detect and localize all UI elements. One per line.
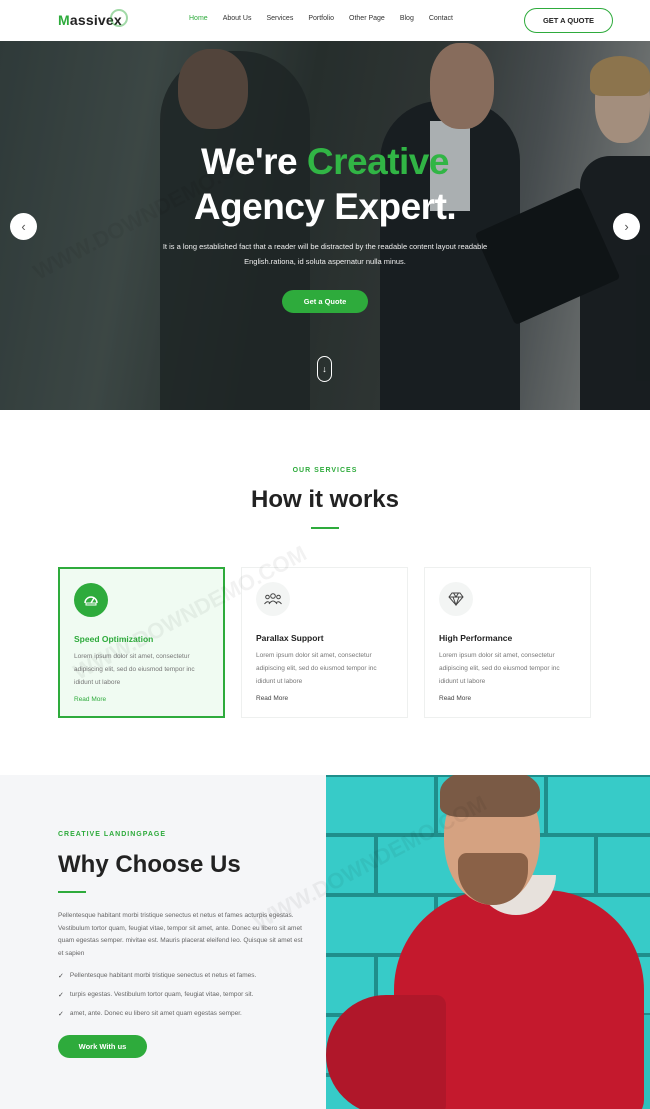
work-with-us-button[interactable]: Work With us bbox=[58, 1035, 147, 1058]
why-choose-us-section: CREATIVE LANDINGPAGE Why Choose Us Pelle… bbox=[0, 775, 326, 1109]
services-title: How it works bbox=[250, 486, 400, 513]
service-card-desc: Lorem ipsum dolor sit amet, consectetur … bbox=[439, 652, 560, 685]
wall-brick bbox=[326, 775, 436, 835]
read-more-link[interactable]: Read More bbox=[256, 695, 288, 702]
service-card-performance[interactable]: High Performance Lorem ipsum dolor sit a… bbox=[424, 567, 591, 718]
why-title: Why Choose Us bbox=[58, 851, 241, 878]
scroll-down-icon[interactable]: ↓ bbox=[317, 356, 332, 382]
service-card-parallax[interactable]: Parallax Support Lorem ipsum dolor sit a… bbox=[241, 567, 408, 718]
service-card-title: High Performance bbox=[439, 633, 513, 643]
nav-item-other-page[interactable]: Other Page bbox=[349, 15, 385, 22]
hero-slider: We're Creative Agency Expert. It is a lo… bbox=[0, 41, 650, 410]
why-title-underline bbox=[58, 891, 86, 893]
hero-title-highlight: Creative bbox=[306, 141, 450, 182]
read-more-link[interactable]: Read More bbox=[74, 696, 106, 703]
list-item-text: Pellentesque habitant morbi tristique se… bbox=[69, 972, 257, 979]
speedometer-icon bbox=[74, 583, 108, 617]
users-icon bbox=[256, 582, 290, 616]
wall-brick bbox=[596, 835, 650, 895]
why-bullet-list: ✓ Pellentesque habitant morbi tristique s… bbox=[58, 966, 256, 1023]
service-card-title: Speed Optimization bbox=[74, 634, 154, 644]
chevron-left-icon[interactable]: ‹ bbox=[10, 213, 37, 240]
read-more-link[interactable]: Read More bbox=[439, 695, 471, 702]
nav-item-contact[interactable]: Contact bbox=[429, 15, 453, 22]
check-icon: ✓ bbox=[58, 991, 64, 999]
top-navbar: Massivex Home About Us Services Portfoli… bbox=[0, 0, 650, 41]
brand-logo[interactable]: Massivex bbox=[58, 9, 128, 28]
list-item: ✓ turpis egestas. Vestibulum tortor quam,… bbox=[58, 985, 256, 1004]
nav-item-portfolio[interactable]: Portfolio bbox=[308, 15, 334, 22]
chevron-right-icon[interactable]: › bbox=[613, 213, 640, 240]
services-kicker: OUR SERVICES bbox=[292, 467, 358, 474]
diamond-icon bbox=[439, 582, 473, 616]
logo-ring-icon bbox=[109, 9, 128, 27]
nav-item-services[interactable]: Services bbox=[266, 15, 293, 22]
hero-get-quote-button[interactable]: Get a Quote bbox=[282, 290, 368, 313]
check-icon: ✓ bbox=[58, 1010, 64, 1018]
hero-subtitle: It is a long established fact that a rea… bbox=[162, 242, 488, 266]
nav-item-blog[interactable]: Blog bbox=[400, 15, 414, 22]
why-kicker: CREATIVE LANDINGPAGE bbox=[58, 831, 167, 838]
main-menu: Home About Us Services Portfolio Other P… bbox=[189, 15, 468, 22]
list-item: ✓ amet, ante. Donec eu libero sit amet qu… bbox=[58, 1004, 256, 1023]
hero-title-prefix: We're bbox=[201, 141, 307, 182]
service-card-title: Parallax Support bbox=[256, 633, 324, 643]
service-card-desc: Lorem ipsum dolor sit amet, consectetur … bbox=[256, 652, 377, 685]
service-card-speed[interactable]: Speed Optimization Lorem ipsum dolor sit… bbox=[58, 567, 225, 718]
list-item: ✓ Pellentesque habitant morbi tristique s… bbox=[58, 966, 256, 985]
wall-brick bbox=[326, 835, 376, 895]
man-red-sweater-photo bbox=[326, 775, 650, 1109]
check-icon: ✓ bbox=[58, 972, 64, 980]
wall-brick bbox=[546, 775, 650, 835]
list-item-text: amet, ante. Donec eu libero sit amet qua… bbox=[69, 1010, 242, 1017]
photo-hair bbox=[440, 775, 540, 817]
service-card-desc: Lorem ipsum dolor sit amet, consectetur … bbox=[74, 653, 195, 686]
hero-title-line1: We're Creative bbox=[0, 141, 650, 183]
photo-arm bbox=[326, 995, 446, 1109]
hero-title-line2: Agency Expert. bbox=[193, 186, 457, 227]
why-paragraph: Pellentesque habitant morbi tristique se… bbox=[58, 912, 303, 957]
services-title-underline bbox=[311, 527, 339, 529]
nav-item-about[interactable]: About Us bbox=[223, 15, 252, 22]
list-item-text: turpis egestas. Vestibulum tortor quam, … bbox=[69, 991, 254, 998]
get-quote-button[interactable]: GET A QUOTE bbox=[524, 8, 613, 33]
nav-item-home[interactable]: Home bbox=[189, 15, 208, 22]
